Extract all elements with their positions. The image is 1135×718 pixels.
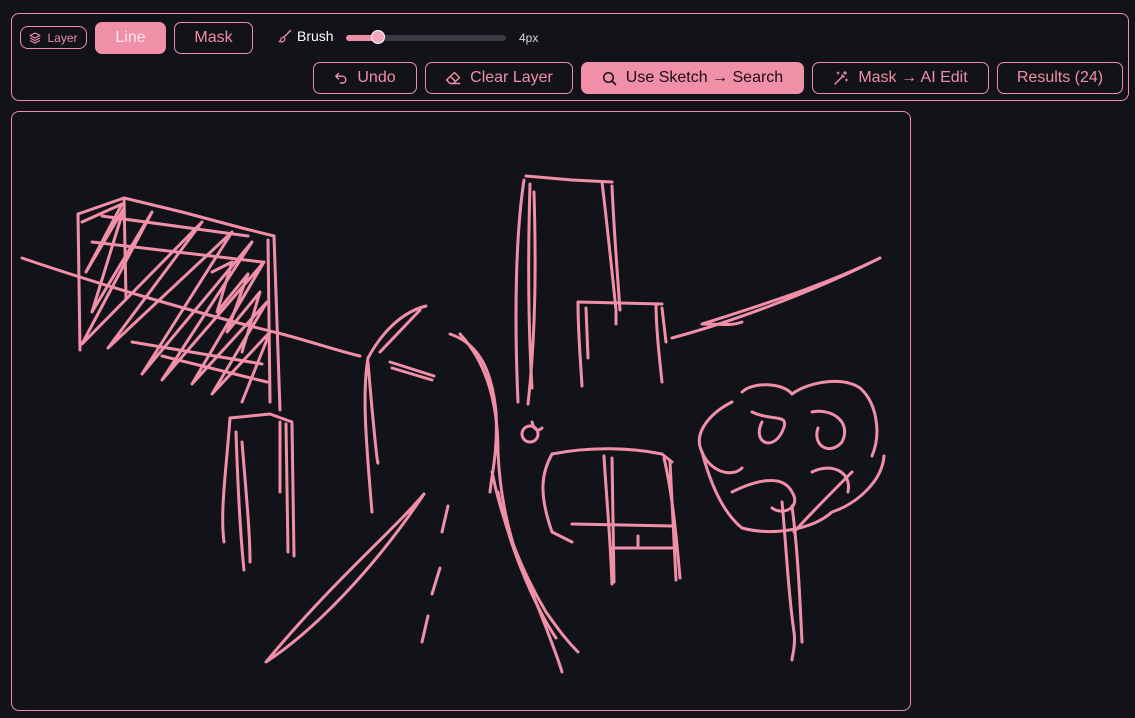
results-button[interactable]: Results (24)	[997, 62, 1123, 94]
layer-button[interactable]: Layer	[20, 26, 87, 49]
clear-layer-button[interactable]: Clear Layer	[425, 62, 573, 94]
sketch-drawing	[20, 174, 886, 674]
brush-size-value: 4px	[519, 31, 539, 45]
use-sketch-search-button[interactable]: Use Sketch → Search	[581, 62, 804, 94]
sketch-road-left	[363, 304, 436, 514]
clear-layer-button-label: Clear Layer	[470, 69, 553, 86]
layers-icon	[29, 31, 42, 44]
undo-button[interactable]: Undo	[313, 62, 417, 94]
layer-button-label: Layer	[47, 30, 78, 45]
sketch-building-small-left	[221, 412, 296, 572]
use-sketch-search-label: Use Sketch → Search	[625, 69, 784, 86]
brush-size-slider[interactable]	[346, 30, 506, 44]
brush-size-slider-thumb[interactable]	[371, 30, 385, 44]
eraser-icon	[445, 71, 461, 85]
line-mode-button[interactable]: Line	[95, 22, 166, 54]
brush-label-text: Brush	[297, 28, 334, 44]
undo-icon	[335, 72, 347, 84]
sketch-horizon-line	[20, 256, 362, 358]
toolbar: Layer Line Mask Brush 4px Undo Clear Lay…	[11, 13, 1129, 101]
undo-button-label: Undo	[357, 69, 396, 86]
mask-mode-label: Mask	[194, 29, 233, 46]
sketch-right-line	[670, 256, 882, 340]
sketch-tower	[514, 174, 668, 406]
sketch-road-right	[448, 332, 580, 674]
brush-icon	[278, 29, 292, 43]
mask-ai-edit-label: Mask → AI Edit	[858, 69, 968, 86]
results-button-label: Results (24)	[1016, 69, 1104, 86]
mask-ai-edit-button[interactable]: Mask → AI Edit	[812, 62, 989, 94]
magic-wand-icon	[834, 70, 849, 85]
sketch-center-dashes	[420, 504, 450, 644]
search-icon	[602, 71, 617, 85]
brush-label: Brush	[278, 28, 334, 44]
sketch-diagonal-line	[264, 492, 426, 664]
sketch-building-left	[76, 196, 282, 412]
sketch-tree	[697, 380, 886, 662]
sketch-canvas[interactable]	[11, 111, 911, 711]
sketch-car	[520, 420, 682, 586]
mask-mode-button[interactable]: Mask	[174, 22, 253, 54]
line-mode-label: Line	[115, 29, 146, 46]
